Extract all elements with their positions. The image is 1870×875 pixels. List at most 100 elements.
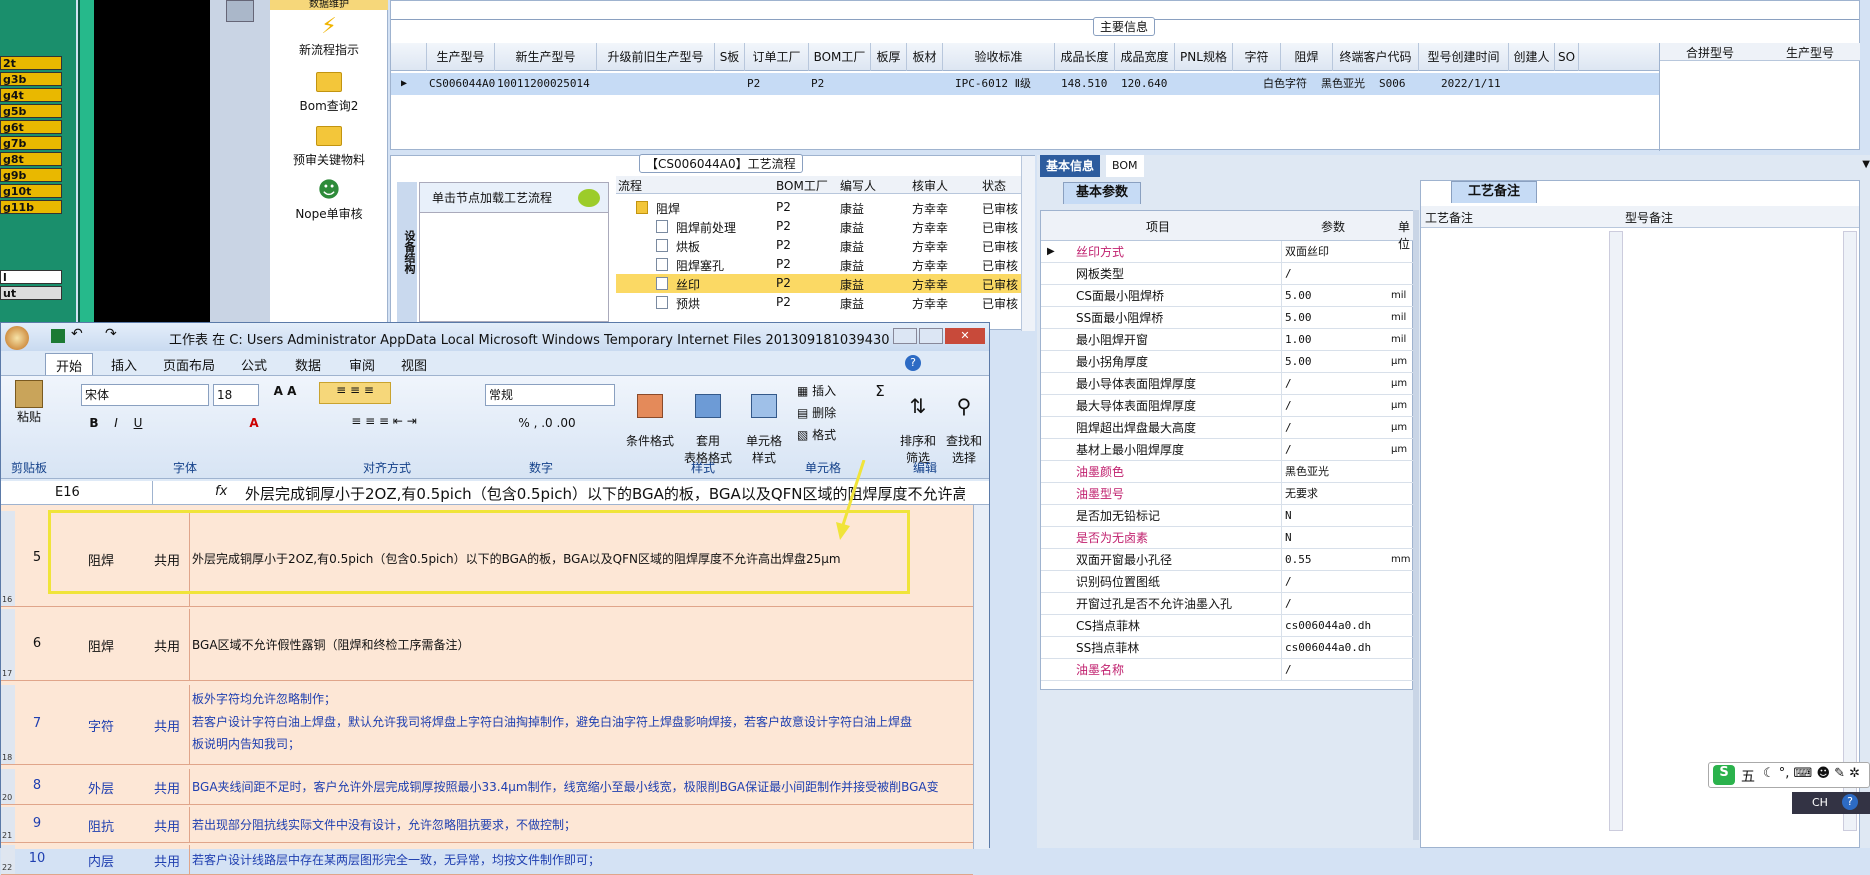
- sheet-row[interactable]: 21 9 阻抗 共用 若出现部分阻抗线实际文件中没有设计，允许忽略阻抗要求，不做控制；: [1, 807, 973, 843]
- param-value[interactable]: /: [1281, 439, 1431, 461]
- font-grow-button[interactable]: A A: [265, 384, 305, 398]
- param-row[interactable]: ▶ 丝印方式 双面丝印: [1041, 241, 1414, 263]
- left-strip-item[interactable]: g6t: [0, 120, 62, 134]
- process-scrollbar[interactable]: [1021, 156, 1035, 331]
- table-cell[interactable]: P2: [811, 73, 871, 95]
- restore-button[interactable]: [919, 328, 943, 344]
- sort-button[interactable]: ⇅ 排序和 筛选: [895, 380, 941, 466]
- col-header[interactable]: 流程: [618, 177, 642, 194]
- col-header[interactable]: 型号创建时间: [1419, 43, 1509, 71]
- font-color-button[interactable]: A: [245, 416, 263, 430]
- param-value[interactable]: /: [1281, 571, 1431, 593]
- param-row[interactable]: 最大导体表面阻焊厚度 / μm: [1041, 395, 1414, 417]
- row-number[interactable]: 16: [1, 511, 15, 606]
- sheet-cell-cat[interactable]: 外层: [61, 778, 141, 797]
- tab-basic-info[interactable]: 基本信息: [1040, 155, 1101, 177]
- col-header[interactable]: PNL规格: [1175, 43, 1233, 71]
- side-tab[interactable]: 设备结构: [397, 182, 417, 322]
- param-value[interactable]: N: [1281, 505, 1431, 527]
- process-row[interactable]: 阻焊 P2 康益 方幸幸 已审核: [616, 198, 1021, 217]
- cell-style-button[interactable]: 单元格 样式: [739, 380, 789, 466]
- splitter[interactable]: [1413, 210, 1419, 840]
- col-header[interactable]: BOM工厂: [776, 177, 828, 194]
- tab-view[interactable]: 视图: [401, 355, 427, 374]
- sheet-cell-scope[interactable]: 共用: [137, 816, 197, 835]
- tab-review[interactable]: 审阅: [349, 355, 375, 374]
- param-value[interactable]: /: [1281, 395, 1431, 417]
- align-buttons[interactable]: ≡ ≡ ≡: [319, 382, 391, 404]
- sheet-cell-no[interactable]: 10: [23, 851, 51, 866]
- param-row[interactable]: CS面最小阻焊桥 5.00 mil: [1041, 285, 1414, 307]
- param-row[interactable]: 阻焊超出焊盘最大高度 / μm: [1041, 417, 1414, 439]
- param-value[interactable]: 无要求: [1281, 483, 1431, 505]
- col-header[interactable]: S板: [715, 43, 745, 71]
- table-cell[interactable]: P2: [747, 73, 809, 95]
- new-flow-item[interactable]: ⚡ 新流程指示: [270, 14, 388, 58]
- table-cell[interactable]: 120.640: [1121, 73, 1177, 95]
- sheet-cell-scope[interactable]: 共用: [137, 778, 197, 797]
- col-header[interactable]: BOM工厂: [809, 43, 871, 71]
- find-button[interactable]: ⚲ 查找和 选择: [941, 380, 987, 466]
- col-header[interactable]: 编写人: [840, 177, 876, 194]
- delete-button[interactable]: ▤ 删除: [797, 404, 849, 421]
- param-row[interactable]: SS挡点菲林 cs006044a0.dh: [1041, 637, 1414, 659]
- table-cell[interactable]: 2022/1/11: [1441, 73, 1509, 95]
- sheet-vscrollbar[interactable]: [973, 505, 989, 849]
- param-row[interactable]: 是否加无铅标记 N: [1041, 505, 1414, 527]
- tab-bom[interactable]: BOM: [1106, 155, 1144, 177]
- col-header[interactable]: 成品宽度: [1115, 43, 1175, 71]
- ime-logo-icon[interactable]: S: [1713, 765, 1735, 785]
- sheet-cell-text[interactable]: 板外字符均允许忽略制作； 若客户设计字符白油上焊盘，默认允许我司将焊盘上字符白油掏…: [189, 685, 973, 764]
- col-header[interactable]: 字符: [1233, 43, 1281, 71]
- param-row[interactable]: 最小阻焊开窗 1.00 mil: [1041, 329, 1414, 351]
- table-cell[interactable]: 10011200025014: [497, 73, 597, 95]
- dropdown-icon[interactable]: ▼: [1862, 159, 1870, 170]
- param-value[interactable]: 黑色亚光: [1281, 461, 1431, 483]
- process-row[interactable]: 阻焊塞孔 P2 康益 方幸幸 已审核: [616, 255, 1021, 274]
- param-row[interactable]: 油墨颜色 黑色亚光: [1041, 461, 1414, 483]
- sheet-cell-cat[interactable]: 内层: [61, 851, 141, 870]
- left-strip-item[interactable]: g9b: [0, 168, 62, 182]
- col-header[interactable]: SO: [1555, 43, 1579, 71]
- left-strip-item[interactable]: g7b: [0, 136, 62, 150]
- sheet-cell-no[interactable]: 7: [23, 716, 51, 731]
- param-row[interactable]: 油墨型号 无要求: [1041, 483, 1414, 505]
- param-value[interactable]: cs006044a0.dh: [1281, 615, 1431, 637]
- table-cell[interactable]: 黑色亚光: [1321, 73, 1381, 95]
- key-material-item[interactable]: 预审关键物料: [270, 126, 388, 168]
- param-row[interactable]: 最小导体表面阻焊厚度 / μm: [1041, 373, 1414, 395]
- align-row-buttons[interactable]: ≡ ≡ ≡ ⇤ ⇥: [319, 414, 449, 428]
- font-size-select[interactable]: 18: [213, 384, 259, 406]
- param-value[interactable]: cs006044a0.dh: [1281, 637, 1431, 659]
- sub-tab-basic-params[interactable]: 基本参数: [1063, 182, 1142, 204]
- help-icon[interactable]: ?: [905, 355, 921, 371]
- param-row[interactable]: 双面开窗最小孔径 0.55 mm: [1041, 549, 1414, 571]
- col-header[interactable]: 生产型号: [427, 43, 495, 71]
- tab-page-layout[interactable]: 页面布局: [163, 355, 215, 374]
- left-scrollbar[interactable]: [78, 0, 94, 330]
- param-value[interactable]: 1.00: [1281, 329, 1431, 351]
- sheet-row[interactable]: 22 10 内层 共用 若客户设计线路层中存在某两层图形完全一致，无异常，均按文件制作即…: [1, 845, 973, 875]
- tab-home[interactable]: 开始: [45, 353, 94, 375]
- sheet-cell-text[interactable]: BGA区域不允许假性露铜（阻焊和终检工序需备注）: [189, 609, 973, 680]
- param-value[interactable]: 5.00: [1281, 351, 1431, 373]
- left-strip-item[interactable]: g5b: [0, 104, 62, 118]
- close-button[interactable]: ✕: [945, 328, 985, 344]
- tab-remarks[interactable]: 工艺备注: [1451, 181, 1538, 203]
- left-strip-item[interactable]: g11b: [0, 200, 62, 214]
- row-number[interactable]: 17: [1, 609, 15, 680]
- row-number[interactable]: 20: [1, 769, 15, 804]
- col-header[interactable]: 验收标准: [943, 43, 1055, 71]
- left-strip-item[interactable]: g10t: [0, 184, 62, 198]
- table-cell[interactable]: IPC-6012 Ⅱ级: [955, 73, 1055, 95]
- col-header[interactable]: 板厚: [871, 43, 907, 71]
- table-cell[interactable]: CS006044A0: [429, 73, 495, 95]
- param-value[interactable]: /: [1281, 417, 1431, 439]
- col-header[interactable]: 新生产型号: [495, 43, 597, 71]
- name-box[interactable]: E16: [1, 481, 153, 504]
- sheet-cell-scope[interactable]: 共用: [137, 716, 197, 735]
- sum-icon[interactable]: Σ: [869, 382, 891, 400]
- col-header[interactable]: 板材: [907, 43, 943, 71]
- left-strip-item[interactable]: g8t: [0, 152, 62, 166]
- left-strip-item[interactable]: l: [0, 270, 62, 284]
